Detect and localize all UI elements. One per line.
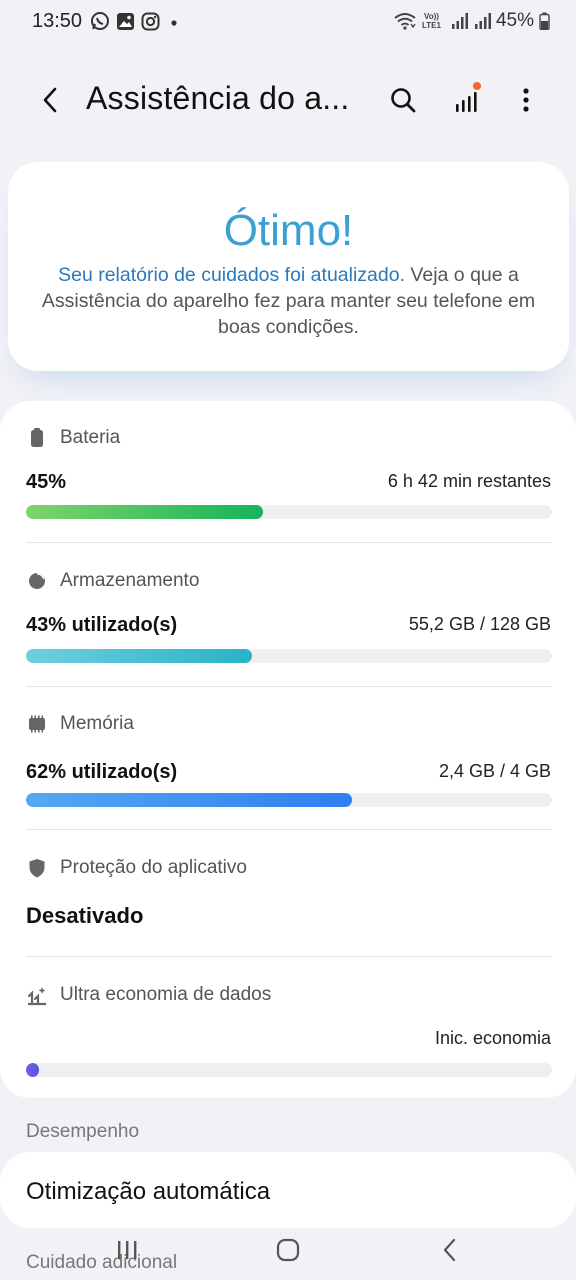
notification-icons: [90, 11, 180, 31]
memory-row: 62% utilizado(s) 2,4 GB / 4 GB: [26, 761, 551, 791]
battery-label: Bateria: [60, 427, 121, 448]
back-nav-button[interactable]: [428, 1234, 472, 1266]
battery-icon: [539, 12, 550, 30]
memory-chip-icon: [29, 715, 45, 733]
storage-pie-icon: [29, 573, 45, 589]
instagram-icon: [141, 12, 160, 31]
back-button[interactable]: [30, 80, 70, 120]
memory-value: 62% utilizado(s): [26, 761, 178, 783]
data-saver-header: Ultra economia de dados: [26, 980, 551, 1010]
svg-text:Vo)): Vo)): [424, 12, 439, 21]
memory-detail: 2,4 GB / 4 GB: [438, 761, 551, 781]
memory-bar-fill: [26, 793, 353, 807]
data-saver-bar: [26, 1063, 552, 1077]
data-saver-bar-fill: [26, 1063, 40, 1077]
back-icon: [43, 87, 57, 113]
storage-value: 43% utilizado(s): [26, 614, 178, 636]
divider: [26, 956, 552, 957]
data-saver-section[interactable]: Ultra economia de dados Inic. economia: [26, 980, 552, 1077]
storage-section[interactable]: Armazenamento 43% utilizado(s) 55,2 GB /…: [26, 566, 552, 663]
storage-header: Armazenamento: [26, 566, 551, 596]
report-icon: [456, 92, 477, 112]
app-protection-label: Proteção do aplicativo: [60, 857, 247, 878]
app-protection-header: Proteção do aplicativo: [26, 853, 551, 883]
volte-lte-icon: Vo)) LTE1: [421, 11, 445, 31]
data-saver-action[interactable]: Inic. economia: [435, 1028, 551, 1049]
report-link[interactable]: Seu relatório de cuidados foi atualizado…: [58, 264, 405, 286]
divider: [26, 686, 552, 687]
page-title: Assistência do a...: [86, 80, 350, 116]
status-time: 13:50: [32, 10, 83, 32]
divider: [26, 542, 552, 543]
more-options-button[interactable]: [508, 82, 544, 118]
recents-icon: [118, 1241, 137, 1259]
device-status-card: Bateria 45% 6 h 42 min restantes Armazen…: [0, 401, 576, 1098]
screen: 13:50 Vo)) LTE1 45% Assistência do a... …: [0, 0, 576, 1280]
storage-label: Armazenamento: [60, 570, 200, 591]
memory-header: Memória: [26, 709, 551, 739]
storage-row: 43% utilizado(s) 55,2 GB / 128 GB: [26, 614, 551, 644]
data-saver-row: Inic. economia: [26, 1028, 551, 1058]
battery-icon: [31, 428, 43, 447]
svg-text:LTE1: LTE1: [422, 21, 442, 30]
wifi-icon: [394, 12, 416, 30]
data-saver-label: Ultra economia de dados: [60, 984, 272, 1005]
memory-label: Memória: [60, 713, 134, 734]
data-saver-icon: [27, 987, 46, 1006]
app-protection-section[interactable]: Proteção do aplicativo Desativado: [26, 853, 551, 929]
signal-icon: [473, 12, 491, 30]
battery-bar-fill: [26, 505, 263, 519]
notification-dot: [473, 82, 481, 90]
whatsapp-icon: [90, 11, 110, 31]
battery-bar: [26, 505, 552, 519]
battery-row: 45% 6 h 42 min restantes: [26, 471, 551, 501]
battery-value: 45%: [26, 471, 67, 493]
gallery-icon: [116, 12, 135, 31]
app-bar: Assistência do a...: [0, 60, 576, 140]
memory-section[interactable]: Memória 62% utilizado(s) 2,4 GB / 4 GB: [26, 709, 552, 807]
signal-icon: [450, 12, 468, 30]
storage-bar-fill: [26, 649, 253, 663]
storage-bar: [26, 649, 552, 663]
shield-icon: [29, 859, 45, 878]
report-button[interactable]: [448, 82, 484, 118]
home-icon: [276, 1238, 300, 1262]
performance-card: Otimização automática: [0, 1152, 576, 1228]
dot-icon: [166, 12, 180, 31]
search-button[interactable]: [385, 82, 421, 118]
summary-card: Ótimo! Seu relatório de cuidados foi atu…: [8, 162, 569, 371]
app-protection-status: Desativado: [26, 903, 144, 928]
battery-detail: 6 h 42 min restantes: [387, 471, 551, 491]
more-icon: [523, 88, 529, 112]
performance-header: Desempenho: [26, 1121, 140, 1142]
status-bar: 13:50 Vo)) LTE1 45%: [0, 0, 576, 44]
back-nav-icon: [443, 1238, 456, 1262]
summary-title: Ótimo!: [223, 206, 354, 255]
auto-optimization-item[interactable]: Otimização automática: [26, 1178, 270, 1206]
storage-detail: 55,2 GB / 128 GB: [408, 614, 551, 634]
battery-percent: 45%: [495, 10, 534, 31]
divider: [26, 829, 552, 830]
summary-text: Seu relatório de cuidados foi atualizado…: [32, 262, 545, 340]
recents-button[interactable]: [105, 1234, 149, 1266]
search-icon: [391, 88, 416, 113]
home-button[interactable]: [266, 1234, 310, 1266]
system-icons: Vo)) LTE1 45%: [394, 10, 550, 32]
battery-header: Bateria: [26, 423, 551, 453]
navigation-bar: [0, 1222, 576, 1280]
memory-bar: [26, 793, 552, 807]
battery-section[interactable]: Bateria 45% 6 h 42 min restantes: [26, 423, 552, 519]
